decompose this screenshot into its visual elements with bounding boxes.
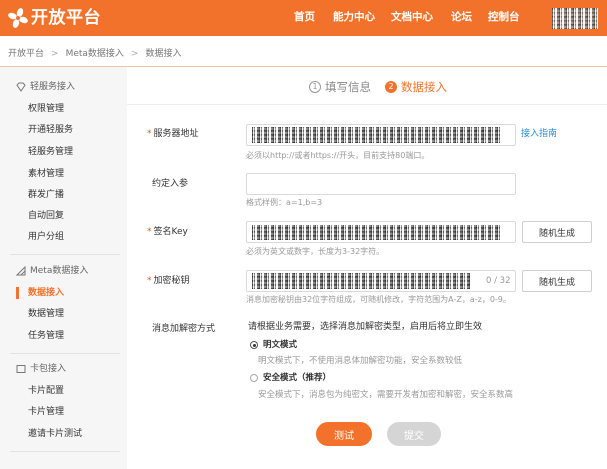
sign-key-hint: 必须为英文或数字，长度为3-32字符。 <box>246 247 385 256</box>
required-mark: * <box>147 129 152 139</box>
sidebar-divider <box>10 353 120 354</box>
sidebar-item-broadcast[interactable]: 群发广播 <box>28 189 64 201</box>
sidebar-section-light-service[interactable]: 轻服务接入 <box>30 81 75 93</box>
nav-console[interactable]: 控制台 <box>488 11 520 23</box>
server-address-label: * 服务器地址 <box>147 128 199 140</box>
user-avatar[interactable] <box>552 8 598 29</box>
step-label: 填写信息 <box>325 80 371 94</box>
test-button[interactable]: 测试 <box>316 422 372 446</box>
sidebar-section-card-pack[interactable]: 卡包接入 <box>30 363 66 375</box>
step-fill-info: 1 填写信息 <box>309 81 371 93</box>
triangle-icon <box>16 266 26 276</box>
breadcrumb-separator: > <box>51 49 59 59</box>
card-icon <box>16 365 26 373</box>
label-text: 签名Key <box>153 227 188 237</box>
plaintext-mode-label[interactable]: 明文模式 <box>263 339 297 351</box>
required-mark: * <box>147 276 152 286</box>
sign-key-random-button[interactable]: 随机生成 <box>522 221 592 243</box>
step-number: 1 <box>309 81 321 93</box>
sidebar-item-user-groups[interactable]: 用户分组 <box>28 231 64 243</box>
sidebar-item-invite-card-test[interactable]: 邀请卡片测试 <box>28 428 82 440</box>
sidebar-item-data-access[interactable]: 数据接入 <box>15 287 64 299</box>
sidebar-item-auto-reply[interactable]: 自动回复 <box>28 210 64 222</box>
secure-mode-label[interactable]: 安全模式（推荐） <box>263 372 331 384</box>
diamond-icon <box>16 82 26 92</box>
required-mark: * <box>147 227 152 237</box>
submit-button[interactable]: 提交 <box>387 422 441 446</box>
breadcrumb-item-platform[interactable]: 开放平台 <box>8 48 44 60</box>
breadcrumb-item-meta[interactable]: Meta数据接入 <box>66 48 124 60</box>
sidebar-item-card-management[interactable]: 卡片管理 <box>28 406 64 418</box>
sidebar-divider <box>10 451 120 452</box>
sidebar-section-meta-data[interactable]: Meta数据接入 <box>30 265 88 277</box>
flower-logo-icon[interactable] <box>7 7 29 29</box>
nav-forum[interactable]: 论坛 <box>451 11 472 23</box>
nav-home[interactable]: 首页 <box>294 11 315 23</box>
params-input[interactable] <box>246 173 516 195</box>
secure-mode-description: 安全模式下，消息包为纯密文，需要开发者加密和解密，安全系数高 <box>258 390 514 400</box>
encrypt-key-char-counter: 0 / 32 <box>486 276 511 286</box>
label-text: 加密秘钥 <box>153 276 190 286</box>
plaintext-mode-radio[interactable] <box>250 341 258 349</box>
sign-key-label: * 签名Key <box>147 226 188 238</box>
sidebar-item-service-management[interactable]: 轻服务管理 <box>28 146 73 158</box>
params-label: 约定入参 <box>152 179 189 189</box>
breadcrumb-separator: > <box>130 49 139 59</box>
step-data-access: 2 数据接入 <box>385 81 447 93</box>
encryption-mode-label: 消息加解密方式 <box>152 324 216 334</box>
sidebar-divider <box>10 254 120 255</box>
encrypt-key-random-button[interactable]: 随机生成 <box>522 270 592 292</box>
encryption-mode-intro: 请根据业务需要，选择消息加解密类型，启用后将立即生效 <box>248 322 483 332</box>
breadcrumb-item-current: 数据接入 <box>145 49 182 59</box>
steps-divider <box>127 104 607 105</box>
sidebar-item-card-config[interactable]: 卡片配置 <box>28 385 64 397</box>
logo-text[interactable]: 开放平台 <box>31 6 101 30</box>
plaintext-mode-description: 明文模式下，不使用消息体加解密功能，安全系数较低 <box>258 356 463 366</box>
encrypt-key-label: * 加密秘钥 <box>147 275 190 287</box>
breadcrumb: 开放平台 > Meta数据接入 > 数据接入 <box>8 48 181 60</box>
top-header: 开放平台 首页 能力中心 文档中心 论坛 控制台 <box>0 0 607 36</box>
sidebar-item-enable-service[interactable]: 开通轻服务 <box>28 124 73 136</box>
access-guide-link[interactable]: 接入指南 <box>521 128 557 140</box>
step-number: 2 <box>385 81 397 93</box>
server-address-hint: 必须以http://或者https://开头，目前支持80端口。 <box>246 151 430 160</box>
redacted-value <box>252 127 500 143</box>
sidebar-item-task-management[interactable]: 任务管理 <box>28 330 64 342</box>
secure-mode-radio[interactable] <box>250 374 258 382</box>
step-label: 数据接入 <box>401 80 447 94</box>
label-text: 服务器地址 <box>153 129 199 139</box>
encrypt-key-hint: 消息加密秘钥由32位字符组成，可随机修改，字符范围为A-Z，a-z，0-9。 <box>246 295 511 304</box>
nav-capability-center[interactable]: 能力中心 <box>333 11 375 23</box>
params-hint: 格式样例：a=1,b=3 <box>246 198 323 207</box>
sidebar-item-materials[interactable]: 素材管理 <box>28 168 64 180</box>
redacted-value <box>252 273 470 289</box>
sidebar-item-data-management[interactable]: 数据管理 <box>28 308 64 320</box>
sidebar-item-permissions[interactable]: 权限管理 <box>28 103 64 115</box>
redacted-value <box>252 225 500 240</box>
nav-docs-center[interactable]: 文档中心 <box>391 11 433 23</box>
